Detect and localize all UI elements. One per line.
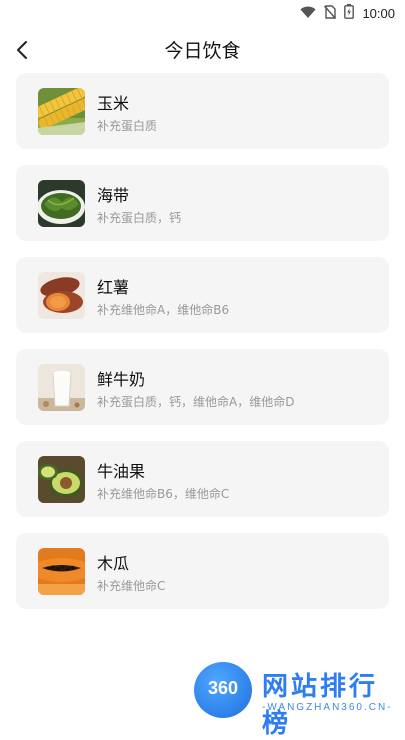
food-card-milk[interactable]: 鲜牛奶 补充蛋白质，钙，维他命A，维他命D — [16, 349, 389, 425]
status-bar: 10:00 — [0, 0, 405, 26]
food-name: 海带 — [97, 186, 130, 205]
watermark-logo-text: 360 — [207, 678, 239, 698]
milk-image — [38, 364, 85, 411]
food-desc: 补充蛋白质 — [97, 119, 158, 133]
watermark-url: -WANGZHAN360.CN- — [262, 702, 393, 713]
food-name: 牛油果 — [97, 462, 146, 481]
page-title: 今日饮食 — [164, 40, 241, 62]
food-desc: 补充维他命C — [97, 579, 166, 593]
wifi-icon — [300, 4, 316, 23]
food-list: 玉米 补充蛋白质 海带 补充蛋白质，钙 红薯 补充维他命A，维他命B6 鲜牛奶 … — [16, 73, 389, 625]
sweet-potato-image — [38, 272, 85, 319]
corn-image — [38, 88, 85, 135]
food-desc: 补充维他命A，维他命B6 — [97, 303, 230, 317]
status-time: 10:00 — [362, 6, 395, 21]
avocado-image — [38, 456, 85, 503]
papaya-image — [38, 548, 85, 595]
top-nav: 今日饮食 — [0, 30, 405, 70]
food-card-kelp[interactable]: 海带 补充蛋白质，钙 — [16, 165, 389, 241]
battery-icon — [344, 4, 355, 23]
food-name: 玉米 — [97, 94, 130, 113]
food-desc: 补充蛋白质，钙，维他命A，维他命D — [97, 395, 295, 409]
kelp-image — [38, 180, 85, 227]
food-name: 木瓜 — [97, 554, 130, 573]
food-desc: 补充维他命B6，维他命C — [97, 487, 230, 501]
food-card-avocado[interactable]: 牛油果 补充维他命B6，维他命C — [16, 441, 389, 517]
food-card-corn[interactable]: 玉米 补充蛋白质 — [16, 73, 389, 149]
no-sim-icon — [324, 4, 337, 23]
food-name: 鲜牛奶 — [97, 370, 146, 389]
watermark: 360 网站排行榜 -WANGZHAN360.CN- — [194, 660, 404, 739]
food-name: 红薯 — [97, 278, 130, 297]
food-card-papaya[interactable]: 木瓜 补充维他命C — [16, 533, 389, 609]
food-desc: 补充蛋白质，钙 — [97, 211, 182, 225]
status-icons: 10:00 — [300, 4, 395, 23]
food-card-sweet-potato[interactable]: 红薯 补充维他命A，维他命B6 — [16, 257, 389, 333]
